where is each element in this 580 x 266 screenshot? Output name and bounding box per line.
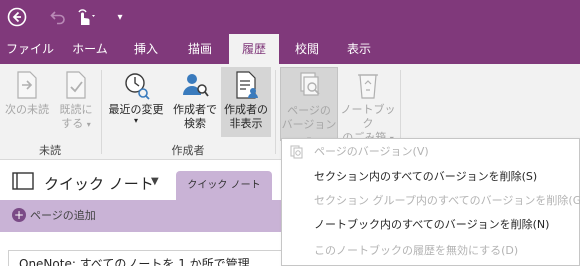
hide-authors-label-1: 作成者の xyxy=(224,103,268,116)
customize-quick-access-button[interactable]: ▾ xyxy=(113,7,127,27)
ribbon-separator xyxy=(101,70,102,154)
page-title[interactable]: OneNote: すべてのノートを 1 か所で管理 xyxy=(8,250,308,266)
menu-item-page-versions[interactable]: ページのバージョン(V) xyxy=(282,141,579,163)
notebook-name[interactable]: クイック ノート xyxy=(44,173,154,194)
page-versions-button[interactable]: ページの バージョン ▾ xyxy=(280,67,338,144)
next-unread-icon xyxy=(17,71,37,99)
add-page-button[interactable]: + ページの追加 xyxy=(12,207,96,223)
tab-review[interactable]: 校閲 xyxy=(280,34,334,64)
notebook-dropdown-icon[interactable]: ▼ xyxy=(151,176,159,187)
tab-file[interactable]: ファイル xyxy=(0,34,60,64)
recycle-bin-label-1: ノートブック xyxy=(340,103,396,130)
touch-mode-button[interactable] xyxy=(73,7,97,27)
menu-item-delete-notebook-versions[interactable]: ノートブック内のすべてのバージョンを削除(N) xyxy=(282,214,579,236)
mark-read-caret: ▾ xyxy=(86,120,91,129)
find-by-author-label-1: 作成者で xyxy=(173,103,217,116)
page-versions-label-1: ページの xyxy=(287,104,331,117)
page-versions-icon xyxy=(300,72,320,96)
page-versions-label-2: バージョン xyxy=(281,118,337,131)
recent-changes-icon xyxy=(125,73,150,100)
menu-item-label: このノートブックの履歴を無効にする(D) xyxy=(314,244,519,257)
title-bar: ▾ xyxy=(0,0,580,34)
recent-changes-button[interactable]: 最近の変更 ▾ xyxy=(104,67,168,137)
menu-item-label: セクション グループ内のすべてのバージョンを削除(G) xyxy=(314,194,580,207)
tab-view[interactable]: 表示 xyxy=(336,34,382,64)
group-label-authors: 作成者 xyxy=(171,144,205,157)
page-versions-menu: ページのバージョン(V) セクション内のすべてのバージョンを削除(S) セクショ… xyxy=(281,138,580,266)
hide-authors-button[interactable]: 作成者の 非表示 xyxy=(221,67,271,137)
undo-button[interactable] xyxy=(48,7,68,27)
find-by-author-button[interactable]: 作成者で 検索 xyxy=(170,67,220,137)
back-button[interactable] xyxy=(6,7,28,27)
section-tab-quick-notes[interactable]: クイック ノート xyxy=(176,171,272,200)
plus-icon: + xyxy=(12,208,26,222)
tab-draw[interactable]: 描画 xyxy=(174,34,226,64)
ribbon-tabs: ファイル ホーム 挿入 描画 履歴 校閲 表示 xyxy=(0,34,580,64)
recycle-bin-icon xyxy=(358,74,378,99)
menu-item-label: セクション内のすべてのバージョンを削除(S) xyxy=(314,170,538,183)
mark-read-label-2: する xyxy=(61,117,84,130)
recent-changes-caret: ▾ xyxy=(133,116,138,125)
add-page-label: ページの追加 xyxy=(30,209,96,222)
group-label-unread: 未読 xyxy=(39,144,61,157)
find-by-author-icon xyxy=(183,74,209,97)
mark-as-read-button[interactable]: 既読に する ▾ xyxy=(54,67,98,137)
ribbon-separator xyxy=(275,70,276,154)
next-unread-button[interactable]: 次の未読 xyxy=(2,67,52,137)
find-by-author-label-2: 検索 xyxy=(184,117,206,130)
menu-item-label: ページのバージョン(V) xyxy=(314,145,429,158)
next-unread-label: 次の未読 xyxy=(5,103,49,116)
touch-mode-icon xyxy=(78,9,95,25)
menu-item-delete-section-versions[interactable]: セクション内のすべてのバージョンを削除(S) xyxy=(282,166,579,188)
menu-item-delete-section-group-versions[interactable]: セクション グループ内のすべてのバージョンを削除(G) xyxy=(282,190,580,212)
menu-item-disable-notebook-history[interactable]: このノートブックの履歴を無効にする(D) xyxy=(282,240,579,262)
notebook-recycle-bin-button[interactable]: ノートブック のごみ箱 ▾ xyxy=(340,67,396,144)
mark-read-label-1: 既読に xyxy=(59,103,93,116)
tab-history[interactable]: 履歴 xyxy=(229,34,279,64)
notebook-icon xyxy=(12,172,34,190)
undo-icon xyxy=(50,11,65,25)
tab-insert[interactable]: 挿入 xyxy=(120,34,172,64)
back-arrow-icon xyxy=(7,7,27,27)
page-versions-icon xyxy=(290,145,303,159)
recent-changes-label: 最近の変更 xyxy=(108,103,164,116)
hide-authors-icon xyxy=(236,71,258,99)
hide-authors-label-2: 非表示 xyxy=(229,117,263,130)
menu-item-label: ノートブック内のすべてのバージョンを削除(N) xyxy=(314,218,550,231)
mark-read-icon xyxy=(66,71,86,99)
tab-home[interactable]: ホーム xyxy=(62,34,118,64)
